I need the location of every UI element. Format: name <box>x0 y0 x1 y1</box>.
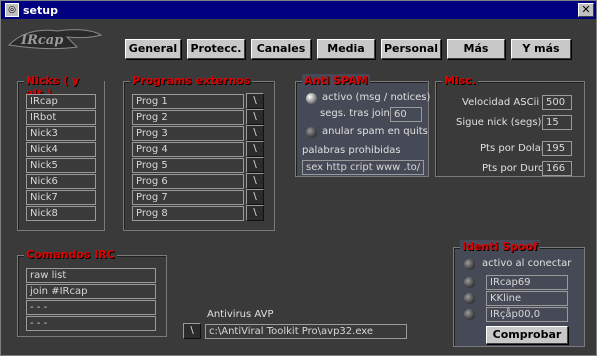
antispam-segs-input[interactable]: 60 <box>390 107 422 122</box>
program-field-7[interactable]: Prog 7 <box>132 190 244 205</box>
program-field-4[interactable]: Prog 4 <box>132 142 244 157</box>
ident-spoof-group: Identi Spoof activo al conectar IRcap69 … <box>453 240 585 347</box>
antispam-activo-radio[interactable] <box>306 93 317 104</box>
nick-field-7[interactable]: Nick7 <box>26 190 96 205</box>
antispam-segs-label: segs. tras join <box>320 108 390 119</box>
commands-title: Comandos IRC <box>24 248 117 261</box>
misc-group: Misc. Velocidad ASCii 500 Sigue nick (se… <box>435 74 585 177</box>
program-browse-button-8[interactable]: \ <box>246 205 264 221</box>
programs-title: Programs externos <box>130 74 253 87</box>
antispam-palabras-input[interactable]: sex http cript www .to/ <box>302 160 424 175</box>
ident-option-radio-2[interactable] <box>464 293 475 304</box>
tab-personal[interactable]: Personal <box>381 39 441 59</box>
ident-option-field-1[interactable]: IRcap69 <box>486 275 568 290</box>
nick-field-2[interactable]: IRbot <box>26 110 96 125</box>
program-field-2[interactable]: Prog 2 <box>132 110 244 125</box>
misc-sigue-nick-input[interactable]: 15 <box>542 115 572 130</box>
command-field-4[interactable]: - - - <box>26 316 156 331</box>
command-field-3[interactable]: - - - <box>26 300 156 315</box>
ident-option-field-3[interactable]: IRçåp00,0 <box>486 307 568 322</box>
program-field-5[interactable]: Prog 5 <box>132 158 244 173</box>
misc-title: Misc. <box>442 74 478 87</box>
program-browse-button-6[interactable]: \ <box>246 173 264 189</box>
close-button[interactable]: ✕ <box>578 3 594 17</box>
tab-mas[interactable]: Más <box>447 39 505 59</box>
setup-body: IRcap General Protecc. Canales Media Per… <box>1 19 596 355</box>
program-field-3[interactable]: Prog 3 <box>132 126 244 141</box>
misc-velocidad-label: Velocidad ASCii <box>462 97 540 108</box>
nick-field-5[interactable]: Nick5 <box>26 158 96 173</box>
ident-spoof-title: Identi Spoof <box>460 240 540 253</box>
nick-field-3[interactable]: Nick3 <box>26 126 96 141</box>
ident-option-field-2[interactable]: KKline <box>486 291 568 306</box>
tab-y-mas[interactable]: Y más <box>511 39 571 59</box>
antispam-palabras-label: palabras prohibidas <box>302 145 401 156</box>
check-spoof-button[interactable]: Comprobar <box>486 326 568 344</box>
title-bar: ◎ setup ✕ <box>1 1 596 19</box>
misc-pts-duro-input[interactable]: 166 <box>542 161 572 176</box>
ident-option-radio-3[interactable] <box>464 309 475 320</box>
misc-pts-dolar-label: Pts por Dolar <box>480 143 545 154</box>
programs-group: Programs externos Prog 1 \ Prog 2 \ Prog… <box>123 74 275 231</box>
nick-field-6[interactable]: Nick6 <box>26 174 96 189</box>
ident-connect-label: activo al conectar <box>482 258 572 269</box>
command-field-2[interactable]: join #IRcap <box>26 284 156 299</box>
program-browse-button-4[interactable]: \ <box>246 141 264 157</box>
nick-field-4[interactable]: Nick4 <box>26 142 96 157</box>
misc-sigue-nick-label: Sigue nick (segs) <box>456 117 542 128</box>
antispam-title: Anti SPAM <box>302 74 370 87</box>
misc-pts-duro-label: Pts por Duro <box>482 163 545 174</box>
ident-connect-radio[interactable] <box>464 259 475 270</box>
misc-pts-dolar-input[interactable]: 195 <box>542 141 572 156</box>
ircap-logo: IRcap <box>7 29 103 50</box>
nick-field-1[interactable]: IRcap <box>26 94 96 109</box>
program-browse-button-1[interactable]: \ <box>246 93 264 109</box>
antivirus-path-input[interactable]: c:\AntiViral Toolkit Pro\avp32.exe <box>205 324 407 339</box>
antispam-group: Anti SPAM activo (msg / notices) segs. t… <box>295 74 431 177</box>
antispam-activo-label: activo (msg / notices) <box>322 92 431 103</box>
misc-velocidad-input[interactable]: 500 <box>542 95 572 110</box>
tab-general[interactable]: General <box>125 39 181 59</box>
antispam-anular-radio[interactable] <box>306 127 317 138</box>
tab-canales[interactable]: Canales <box>251 39 311 59</box>
program-browse-button-2[interactable]: \ <box>246 109 264 125</box>
program-browse-button-5[interactable]: \ <box>246 157 264 173</box>
commands-group: Comandos IRC raw list join #IRcap - - - … <box>17 248 167 337</box>
nicks-group: Nicks ( y alt.) IRcap IRbot Nick3 Nick4 … <box>17 74 105 231</box>
program-browse-button-7[interactable]: \ <box>246 189 264 205</box>
logo-text: IRcap <box>20 33 63 48</box>
program-field-6[interactable]: Prog 6 <box>132 174 244 189</box>
setup-window: ◎ setup ✕ IRcap General Protecc. Canales… <box>0 0 597 356</box>
nick-field-8[interactable]: Nick8 <box>26 206 96 221</box>
program-browse-button-3[interactable]: \ <box>246 125 264 141</box>
command-field-1[interactable]: raw list <box>26 268 156 283</box>
window-title: setup <box>23 3 58 17</box>
ident-option-radio-1[interactable] <box>464 277 475 288</box>
tab-media[interactable]: Media <box>317 39 375 59</box>
app-icon: ◎ <box>5 3 19 17</box>
tab-proteccion[interactable]: Protecc. <box>187 39 245 59</box>
antispam-anular-label: anular spam en quits <box>322 126 428 137</box>
program-field-1[interactable]: Prog 1 <box>132 94 244 109</box>
antivirus-label: Antivirus AVP <box>207 309 274 320</box>
program-field-8[interactable]: Prog 8 <box>132 206 244 221</box>
antivirus-browse-button[interactable]: \ <box>183 323 201 339</box>
